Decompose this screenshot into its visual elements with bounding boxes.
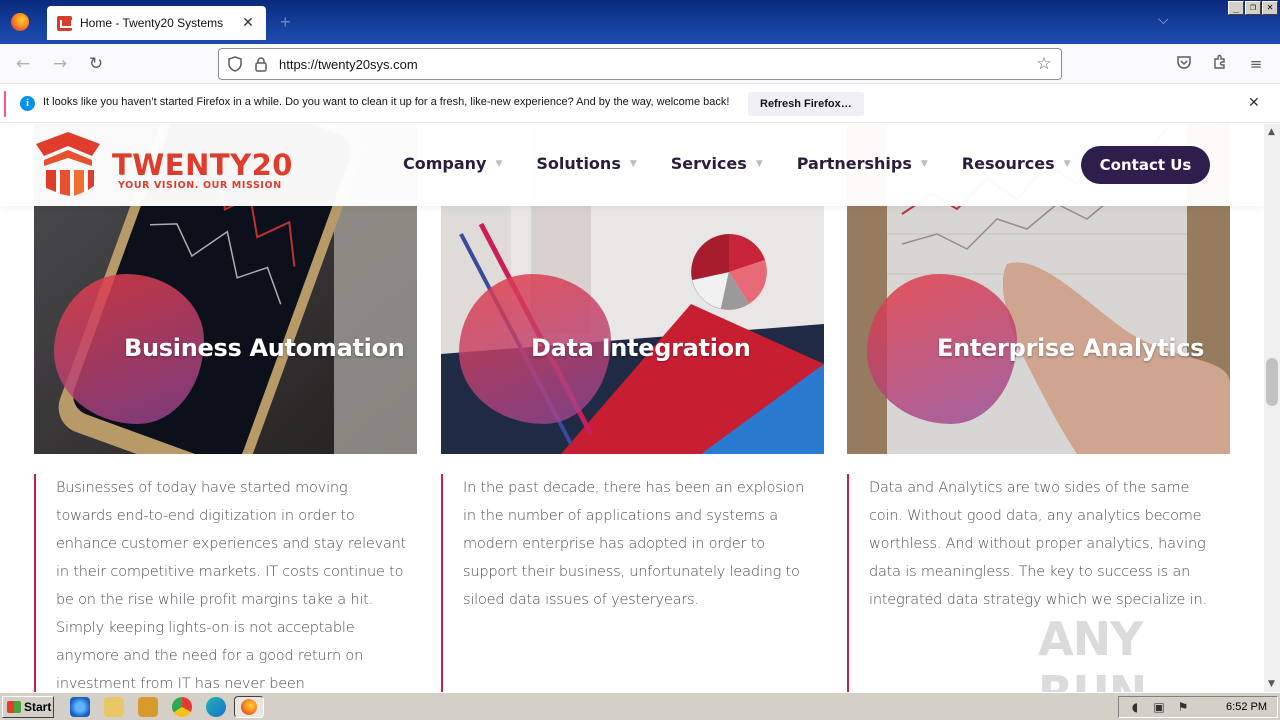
card-title[interactable]: Data Integration xyxy=(521,334,813,362)
pocket-icon[interactable] xyxy=(1174,54,1194,74)
firefox-menu-icon[interactable] xyxy=(8,10,32,34)
card-text-data-integration: In the past decade, there has been an ex… xyxy=(441,474,824,692)
anyrun-watermark: ANY RUN xyxy=(1038,612,1147,692)
network-icon[interactable]: ▣ xyxy=(1151,700,1167,714)
tab-list-chevron-icon[interactable]: ⌵ xyxy=(1158,12,1169,28)
menu-item-resources[interactable]: Resources ▼ xyxy=(962,154,1071,173)
notification-text: It looks like you haven’t started Firefo… xyxy=(43,96,730,108)
maximize-button[interactable]: ❐ xyxy=(1245,1,1261,15)
tab-title: Home - Twenty20 Systems xyxy=(80,16,224,30)
chevron-down-icon: ▼ xyxy=(495,158,503,169)
folder-icon[interactable] xyxy=(104,697,124,717)
menu-item-company[interactable]: Company ▼ xyxy=(403,154,502,173)
site-header: TWENTY20 YOUR VISION. OUR MISSION Compan… xyxy=(0,124,1264,206)
bookmark-star-icon[interactable]: ☆ xyxy=(1035,55,1053,73)
menu-item-partnerships[interactable]: Partnerships ▼ xyxy=(797,154,928,173)
card-title[interactable]: Enterprise Analytics xyxy=(927,334,1227,362)
url-text[interactable]: https://twenty20sys.com xyxy=(279,57,1035,72)
volume-icon[interactable]: ◖ xyxy=(1127,700,1143,714)
browser-titlebar: Home - Twenty20 Systems ✕ + ⌵ _ ❐ ✕ xyxy=(0,0,1280,44)
card-description: In the past decade, there has been an ex… xyxy=(463,480,805,608)
chevron-down-icon: ▼ xyxy=(920,158,928,169)
site-favicon-icon xyxy=(57,15,73,31)
start-label: Start xyxy=(24,700,52,714)
logo-wordmark: TWENTY20 xyxy=(112,148,293,182)
windows-logo-icon xyxy=(7,701,21,713)
action-center-flag-icon[interactable]: ⚑ xyxy=(1175,700,1191,714)
media-player-icon[interactable] xyxy=(138,697,158,717)
close-window-button[interactable]: ✕ xyxy=(1262,1,1278,15)
firefox-notification-bar: i It looks like you haven’t started Fire… xyxy=(0,85,1280,123)
tab-close-icon[interactable]: ✕ xyxy=(240,15,256,31)
logo-tagline: YOUR VISION. OUR MISSION xyxy=(118,180,282,191)
internet-explorer-icon[interactable] xyxy=(70,697,90,717)
hamburger-menu-icon[interactable]: ≡ xyxy=(1246,54,1266,74)
chevron-down-icon: ▼ xyxy=(629,158,637,169)
firefox-taskbar-button[interactable] xyxy=(234,696,264,718)
clock[interactable]: 6:52 PM xyxy=(1226,701,1267,713)
lock-icon[interactable] xyxy=(253,56,269,72)
page-scrollbar[interactable]: ▲ ▼ xyxy=(1264,124,1280,692)
browser-navbar: ← → ↻ https://twenty20sys.com ☆ ≡ xyxy=(0,44,1280,84)
info-icon: i xyxy=(20,96,35,111)
card-text-business-automation: Businesses of today have started moving … xyxy=(34,474,417,692)
card-description: Data and Analytics are two sides of the … xyxy=(869,480,1207,608)
chevron-down-icon: ▼ xyxy=(1063,158,1071,169)
notification-close-icon[interactable]: ✕ xyxy=(1248,95,1260,111)
extensions-icon[interactable] xyxy=(1210,54,1230,74)
scroll-up-arrow-icon[interactable]: ▲ xyxy=(1268,127,1275,137)
main-menu: Company ▼ Solutions ▼ Services ▼ Partnershi… xyxy=(403,154,1105,173)
edge-icon[interactable] xyxy=(206,697,226,717)
menu-item-solutions[interactable]: Solutions ▼ xyxy=(536,154,636,173)
firefox-icon xyxy=(241,699,257,715)
start-button[interactable]: Start xyxy=(2,696,54,718)
browser-tab[interactable]: Home - Twenty20 Systems ✕ xyxy=(47,6,266,40)
reload-icon[interactable]: ↻ xyxy=(85,53,107,75)
new-tab-icon[interactable]: + xyxy=(280,12,291,33)
contact-us-button[interactable]: Contact Us xyxy=(1081,146,1210,184)
scroll-down-arrow-icon[interactable]: ▼ xyxy=(1268,679,1275,689)
system-tray: ◖ ▣ ⚑ 6:52 PM xyxy=(1118,696,1278,718)
card-title[interactable]: Business Automation xyxy=(114,334,406,362)
window-controls: _ ❐ ✕ xyxy=(1228,1,1278,15)
scroll-thumb[interactable] xyxy=(1266,358,1278,406)
chrome-icon[interactable] xyxy=(172,697,192,717)
address-bar[interactable]: https://twenty20sys.com ☆ xyxy=(218,48,1062,80)
page-viewport: Business Automation Data Integration Ent… xyxy=(0,124,1264,692)
tracking-shield-icon[interactable] xyxy=(227,56,243,72)
windows-taskbar: Start ◖ ▣ ⚑ 6:52 PM xyxy=(0,692,1280,720)
forward-arrow-icon[interactable]: → xyxy=(49,53,71,75)
card-description: Businesses of today have started moving … xyxy=(56,480,407,692)
refresh-firefox-button[interactable]: Refresh Firefox… xyxy=(748,92,864,116)
menu-item-services[interactable]: Services ▼ xyxy=(671,154,763,173)
back-arrow-icon[interactable]: ← xyxy=(12,53,34,75)
chevron-down-icon: ▼ xyxy=(755,158,763,169)
twenty20-logo-mark-icon xyxy=(36,132,100,196)
site-logo[interactable]: TWENTY20 YOUR VISION. OUR MISSION xyxy=(34,130,293,200)
minimize-button[interactable]: _ xyxy=(1228,1,1244,15)
